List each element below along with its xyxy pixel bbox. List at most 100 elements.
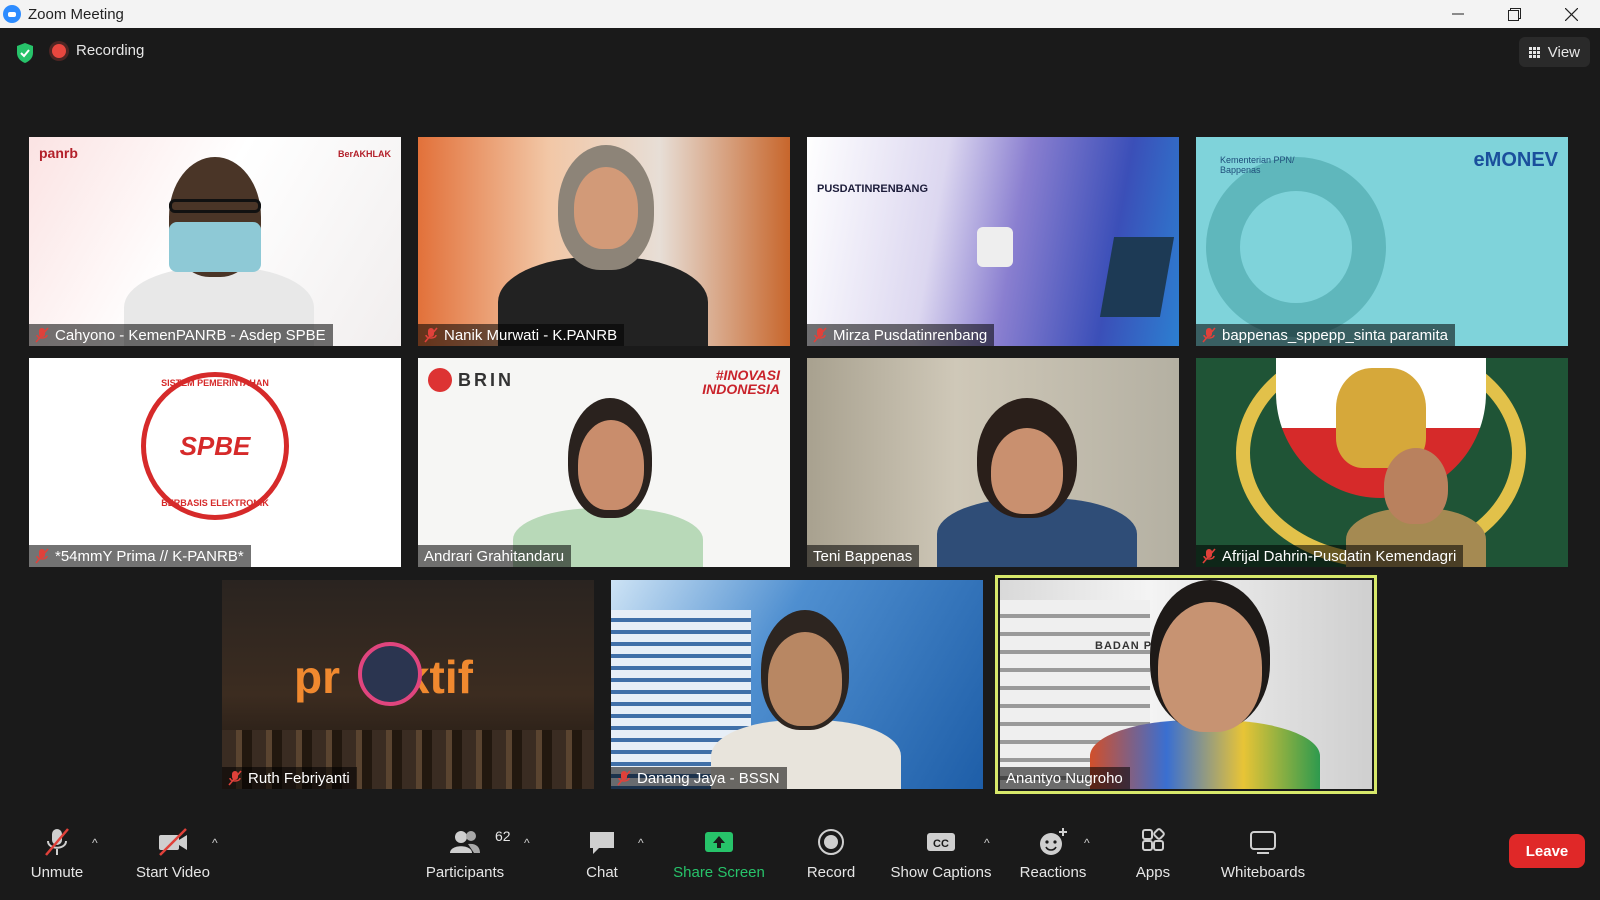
restore-button[interactable] [1486, 0, 1543, 28]
unmute-button[interactable]: Unmute [2, 826, 112, 881]
participant-name: Danang Jaya - BSSN [637, 769, 780, 787]
glasses [169, 199, 261, 213]
video-tile[interactable]: panrb BerAKHLAK Cahyono - KemenPANRB - A… [29, 137, 401, 346]
participant-name-label: Mirza Pusdatinrenbang [807, 324, 995, 346]
video-tile-active-speaker[interactable]: BADAN PE Anantyo Nugroho [995, 575, 1377, 794]
muted-mic-icon [35, 327, 49, 343]
kementerian-logo: Kementerian PPN/ Bappenas [1220, 155, 1295, 175]
recording-indicator[interactable]: Recording [52, 42, 144, 59]
share-screen-icon [705, 832, 733, 852]
participant-name-label: bappenas_sppepp_sinta paramita [1196, 324, 1456, 346]
chat-options-chevron-up-icon[interactable]: ^ [638, 836, 644, 850]
brin-logo: BRIN [458, 370, 514, 390]
participant-face [1158, 602, 1262, 732]
zoom-app-icon [3, 5, 21, 23]
record-button[interactable]: Record [776, 826, 886, 881]
window-title-bar: Zoom Meeting [0, 0, 1600, 28]
start-video-label: Start Video [136, 864, 210, 881]
video-tile[interactable]: BRIN #INOVASI INDONESIA Andrari Grahitan… [418, 358, 790, 567]
view-label: View [1547, 43, 1580, 61]
share-screen-label: Share Screen [673, 864, 765, 881]
chat-label: Chat [586, 864, 618, 881]
participants-options-chevron-up-icon[interactable]: ^ [524, 836, 530, 850]
whiteboards-button[interactable]: Whiteboards [1208, 826, 1318, 881]
participant-name-label: *54mmY Prima // K-PANRB* [29, 545, 251, 567]
participant-face [768, 632, 842, 726]
start-video-button[interactable]: Start Video [118, 826, 228, 881]
muted-mic-icon [1202, 548, 1216, 564]
video-options-chevron-up-icon[interactable]: ^ [212, 836, 218, 850]
captions-options-chevron-up-icon[interactable]: ^ [984, 836, 990, 850]
muted-mic-icon [35, 548, 49, 564]
participant-name-label: Nanik Murwati - K.PANRB [418, 324, 625, 346]
participant-name: bappenas_sppepp_sinta paramita [1222, 326, 1449, 344]
participant-name-label: Ruth Febriyanti [222, 767, 357, 789]
inovasi-indonesia-logo: #INOVASI INDONESIA [702, 367, 780, 397]
participant-name-label: Cahyono - KemenPANRB - Asdep SPBE [29, 324, 333, 346]
participant-name: Cahyono - KemenPANRB - Asdep SPBE [55, 326, 326, 344]
unmute-label: Unmute [30, 864, 84, 881]
participants-label: Participants [425, 864, 505, 881]
video-tile[interactable]: Afrijal Dahrin-Pusdatin Kemendagri [1196, 358, 1568, 567]
record-label: Record [806, 864, 856, 881]
apps-button[interactable]: Apps [1098, 826, 1208, 881]
participant-face [578, 420, 644, 510]
reactions-button[interactable]: Reactions [998, 826, 1108, 881]
video-tile[interactable]: SPBE SISTEM PEMERINTAHAN BERBASIS ELEKTR… [29, 358, 401, 567]
audio-options-chevron-up-icon[interactable]: ^ [92, 836, 98, 850]
security-shield-icon[interactable] [15, 42, 35, 64]
muted-mic-icon [424, 327, 438, 343]
window-controls [1429, 0, 1600, 28]
record-icon [818, 829, 844, 855]
chat-bubble-icon [590, 832, 614, 854]
reactions-options-chevron-up-icon[interactable]: ^ [1084, 836, 1090, 850]
panrb-logo: panrb [39, 145, 78, 161]
share-screen-button[interactable]: Share Screen [664, 826, 774, 881]
close-button[interactable] [1543, 0, 1600, 28]
muted-mic-icon [1202, 327, 1216, 343]
recording-label: Recording [76, 42, 145, 59]
brin-logo-mark [428, 368, 452, 392]
participants-icon [450, 831, 480, 853]
video-tile[interactable]: pr aktif Ruth Febriyanti [222, 580, 594, 789]
leave-button[interactable]: Leave [1509, 834, 1585, 868]
participant-name: Anantyo Nugroho [1006, 769, 1123, 787]
video-tile[interactable]: Nanik Murwati - K.PANRB [418, 137, 790, 346]
video-tile[interactable]: Teni Bappenas [807, 358, 1179, 567]
video-tile[interactable]: Kementerian PPN/ Bappenas eMONEV bappena… [1196, 137, 1568, 346]
meeting-top-strip: Recording View [0, 28, 1600, 80]
closed-captions-icon: CC [927, 833, 955, 851]
video-off-icon [159, 828, 187, 856]
show-captions-label: Show Captions [890, 864, 992, 881]
svg-text:CC: CC [933, 838, 949, 850]
chat-button[interactable]: Chat [547, 826, 657, 881]
minimize-button[interactable] [1429, 0, 1486, 28]
participants-button[interactable]: 62 Participants [410, 826, 520, 881]
view-button[interactable]: View [1518, 37, 1590, 67]
recording-dot-icon [52, 43, 66, 58]
muted-microphone-icon [45, 828, 69, 856]
emonev-logo: eMONEV [1473, 149, 1558, 171]
participants-count: 62 [495, 828, 511, 844]
proaktif-emblem [358, 642, 422, 706]
face-mask [169, 222, 261, 272]
meeting-toolbar: Unmute ^ Start Video ^ 62 Participants ^… [0, 808, 1600, 900]
reactions-label: Reactions [1019, 864, 1087, 881]
video-tile[interactable]: PUSDATINRENBANG Mirza Pusdatinrenbang [807, 137, 1179, 346]
video-tile[interactable]: Danang Jaya - BSSN [611, 580, 983, 789]
participant-name: Nanik Murwati - K.PANRB [444, 326, 618, 344]
muted-mic-icon [617, 770, 631, 786]
participant-name: Afrijal Dahrin-Pusdatin Kemendagri [1222, 547, 1457, 565]
participant-name: Ruth Febriyanti [248, 769, 350, 787]
show-captions-button[interactable]: CC Show Captions [886, 826, 996, 881]
participant-face [991, 428, 1063, 514]
whiteboard-icon [1250, 831, 1276, 854]
participant-face [574, 167, 638, 249]
participant-name-label: Danang Jaya - BSSN [611, 767, 787, 789]
participant-name: *54mmY Prima // K-PANRB* [55, 547, 244, 565]
participant-name-label: Teni Bappenas [807, 545, 920, 567]
robot-illustration [977, 227, 1013, 267]
participant-name-label: Andrari Grahitandaru [418, 545, 572, 567]
reactions-emoji-icon [1040, 828, 1067, 855]
pusdatinrenbang-logo: PUSDATINRENBANG [817, 183, 929, 195]
